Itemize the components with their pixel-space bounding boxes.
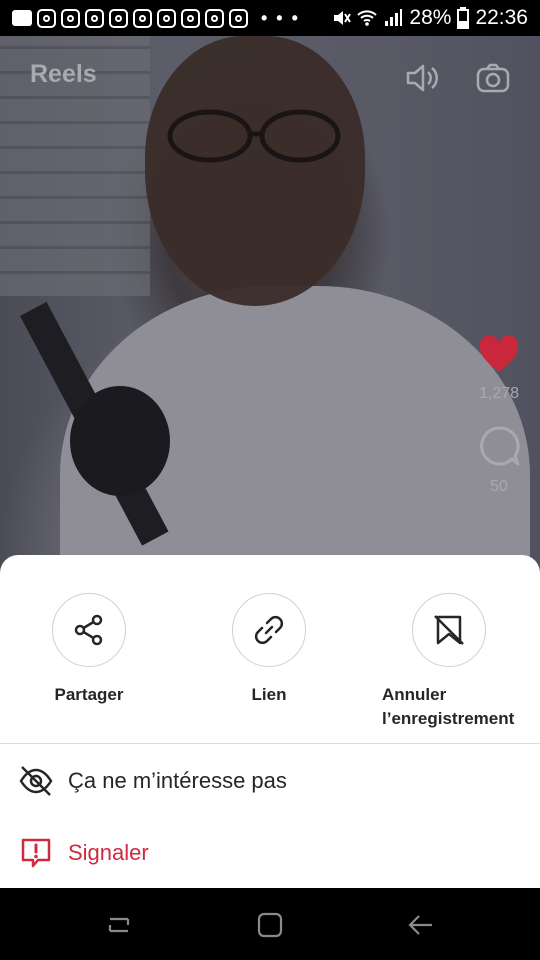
reel-side-actions: 1,278 50 — [474, 335, 524, 518]
link-icon — [254, 615, 284, 645]
clock: 22:36 — [475, 6, 528, 29]
instagram-notification-icon — [205, 8, 224, 28]
chat-notification-icon — [12, 10, 32, 26]
volume-icon[interactable] — [404, 60, 440, 96]
quick-actions: Partager Lien Annuler l’enregistrement — [0, 593, 540, 743]
heart-icon[interactable] — [478, 335, 520, 374]
like-count: 1,278 — [478, 385, 520, 402]
link-action[interactable]: Lien — [184, 593, 354, 707]
unsave-label-line2: l’enregistrement — [382, 709, 515, 728]
instagram-notification-icon — [133, 8, 152, 28]
instagram-notification-icon — [157, 8, 176, 28]
person-head — [145, 36, 365, 306]
instagram-notification-icon — [229, 8, 248, 28]
unsave-label-line1: Annuler — [382, 685, 447, 704]
unsave-button[interactable] — [412, 593, 486, 667]
report-icon — [21, 838, 51, 868]
report-item[interactable]: Signaler — [0, 823, 540, 883]
share-button[interactable] — [52, 593, 126, 667]
report-label: Signaler — [68, 840, 149, 865]
navigation-bar — [0, 888, 540, 960]
glasses — [167, 109, 341, 163]
status-bar: • • • 28% 22:36 — [0, 0, 540, 36]
recent-apps-icon[interactable] — [104, 910, 134, 940]
unsave-label: Annuler l’enregistrement — [364, 683, 534, 731]
mute-icon — [334, 11, 352, 25]
back-icon[interactable] — [406, 910, 436, 940]
instagram-notification-icon — [61, 8, 80, 28]
divider — [0, 743, 540, 744]
share-icon — [74, 614, 103, 646]
more-notifications-dots: • • • — [261, 7, 300, 28]
home-icon[interactable] — [255, 910, 285, 940]
unsave-bookmark-icon — [434, 615, 464, 645]
instagram-notification-icon — [85, 8, 104, 28]
eye-off-icon — [19, 766, 53, 796]
not-interested-label: Ça ne m’intéresse pas — [68, 768, 287, 793]
not-interested-item[interactable]: Ça ne m’intéresse pas — [0, 751, 540, 811]
camera-icon[interactable] — [475, 60, 511, 96]
instagram-notification-icon — [181, 8, 200, 28]
link-label: Lien — [251, 685, 287, 704]
notification-icons: • • • — [12, 8, 300, 29]
share-label: Partager — [54, 685, 124, 704]
reels-title: Reels — [30, 60, 97, 88]
comment-count: 50 — [490, 478, 508, 495]
unsave-action[interactable]: Annuler l’enregistrement — [364, 593, 534, 731]
link-button[interactable] — [232, 593, 306, 667]
instagram-notification-icon — [37, 8, 56, 28]
share-action[interactable]: Partager — [4, 593, 174, 707]
battery-icon — [457, 7, 470, 29]
comment-icon[interactable] — [478, 425, 520, 467]
microphone — [70, 386, 170, 496]
battery-percent: 28% — [409, 6, 452, 29]
instagram-notification-icon — [109, 8, 128, 28]
signal-icon — [385, 9, 403, 26]
wifi-icon — [357, 10, 378, 26]
options-bottom-sheet: Partager Lien Annuler l’enregistrement Ç… — [0, 555, 540, 888]
